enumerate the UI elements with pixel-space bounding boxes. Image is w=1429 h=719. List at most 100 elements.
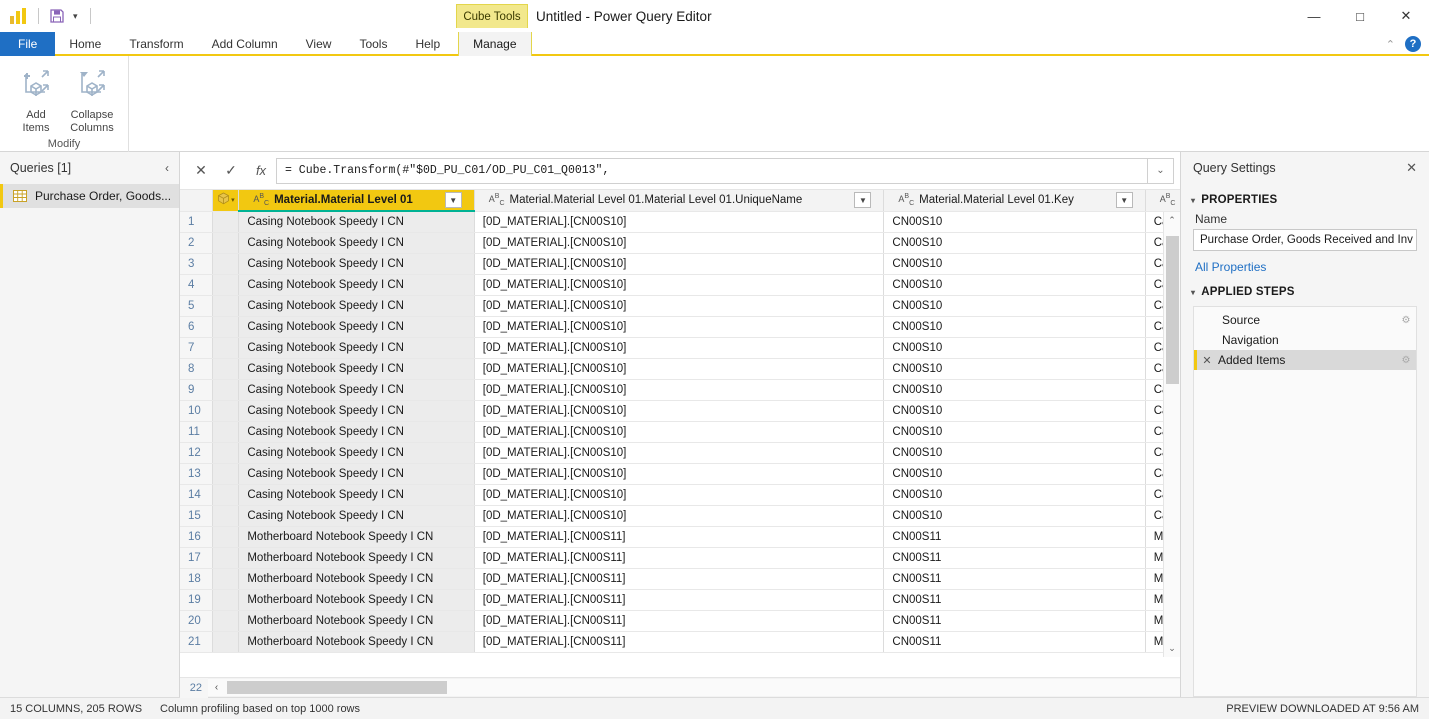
column-header-key[interactable]: ABC Material.Material Level 01.Key ▼	[883, 190, 1146, 212]
gear-icon[interactable]: ⚙	[1396, 355, 1416, 366]
table-cell[interactable]: CN00S11	[883, 568, 1146, 590]
table-row[interactable]: 12 Casing Notebook Speedy I CN [0D_MATERIA…	[180, 442, 1180, 464]
table-cell[interactable]: CN00S10	[883, 484, 1146, 506]
table-row[interactable]: 9 Casing Notebook Speedy I CN [0D_MATERIAL…	[180, 379, 1180, 401]
table-cell[interactable]: [0D_MATERIAL].[CN00S10]	[474, 379, 885, 401]
table-row[interactable]: 1 Casing Notebook Speedy I CN [0D_MATERIAL…	[180, 211, 1180, 233]
table-cell[interactable]: CN00S10	[883, 463, 1146, 485]
scroll-down-icon[interactable]: ⌄	[1164, 640, 1180, 657]
ribbon-tab-view[interactable]: View	[292, 32, 346, 56]
table-cell[interactable]: [0D_MATERIAL].[CN00S10]	[474, 400, 885, 422]
formula-accept-icon[interactable]: ✓	[216, 158, 246, 184]
table-row[interactable]: 21 Motherboard Notebook Speedy I CN [0D_MA…	[180, 631, 1180, 653]
table-row[interactable]: 11 Casing Notebook Speedy I CN [0D_MATERIA…	[180, 421, 1180, 443]
table-cell[interactable]: CN00S10	[883, 295, 1146, 317]
table-cell[interactable]: Casing Notebook Speedy I CN	[238, 253, 475, 275]
table-cell[interactable]: Motherboard Notebook Speedy I CN	[238, 547, 475, 569]
table-cell[interactable]: [0D_MATERIAL].[CN00S10]	[474, 211, 885, 233]
table-row[interactable]: 13 Casing Notebook Speedy I CN [0D_MATERIA…	[180, 463, 1180, 485]
column-filter-dropdown-icon[interactable]: ▼	[444, 192, 462, 208]
table-cell[interactable]: Casing Notebook Speedy I CN	[238, 463, 475, 485]
table-row[interactable]: 3 Casing Notebook Speedy I CN [0D_MATERIAL…	[180, 253, 1180, 275]
help-icon[interactable]: ?	[1405, 36, 1421, 52]
table-row[interactable]: 5 Casing Notebook Speedy I CN [0D_MATERIAL…	[180, 295, 1180, 317]
close-button[interactable]: ✕	[1383, 0, 1429, 32]
formula-fx-icon[interactable]: fx	[246, 163, 276, 178]
query-list-item[interactable]: Purchase Order, Goods...	[0, 184, 179, 208]
column-filter-dropdown-icon[interactable]: ▼	[854, 192, 872, 209]
ribbon-tab-transform[interactable]: Transform	[115, 32, 197, 56]
table-row[interactable]: 10 Casing Notebook Speedy I CN [0D_MATERIA…	[180, 400, 1180, 422]
ribbon-tab-add-column[interactable]: Add Column	[198, 32, 292, 56]
delete-step-icon[interactable]: ✕	[1200, 354, 1214, 367]
table-cell[interactable]: [0D_MATERIAL].[CN00S11]	[474, 547, 885, 569]
table-cell[interactable]: Motherboard Notebook Speedy I CN	[238, 526, 475, 548]
table-cell[interactable]: Casing Notebook Speedy I CN	[238, 505, 475, 527]
ribbon-tab-tools[interactable]: Tools	[345, 32, 401, 56]
formula-cancel-icon[interactable]: ✕	[186, 158, 216, 184]
table-cell[interactable]: CN00S10	[883, 442, 1146, 464]
table-cell[interactable]: Motherboard Notebook Speedy I CN	[238, 568, 475, 590]
cube-caret-icon[interactable]: ▾	[231, 196, 235, 204]
table-cell[interactable]: [0D_MATERIAL].[CN00S11]	[474, 526, 885, 548]
table-cell[interactable]: [0D_MATERIAL].[CN00S10]	[474, 316, 885, 338]
table-cell[interactable]: Casing Notebook Speedy I CN	[238, 232, 475, 254]
table-cell[interactable]: [0D_MATERIAL].[CN00S11]	[474, 589, 885, 611]
column-header-member-caption[interactable]: ABC Material.Material Level 01.M	[1145, 190, 1180, 212]
table-cell[interactable]: Casing Notebook Speedy I CN	[238, 295, 475, 317]
table-cell[interactable]: Motherboard Notebook Speedy I CN	[238, 610, 475, 632]
applied-step-added-items[interactable]: ✕ Added Items ⚙	[1194, 350, 1416, 370]
maximize-button[interactable]: □	[1337, 0, 1383, 32]
table-row[interactable]: 8 Casing Notebook Speedy I CN [0D_MATERIAL…	[180, 358, 1180, 380]
table-cell[interactable]: [0D_MATERIAL].[CN00S11]	[474, 610, 885, 632]
table-cell[interactable]: CN00S10	[883, 274, 1146, 296]
table-cell[interactable]: Motherboard Notebook Speedy I CN	[238, 631, 475, 653]
table-cell[interactable]: [0D_MATERIAL].[CN00S10]	[474, 421, 885, 443]
table-cell[interactable]: CN00S11	[883, 547, 1146, 569]
table-cell[interactable]: [0D_MATERIAL].[CN00S10]	[474, 337, 885, 359]
table-row[interactable]: 20 Motherboard Notebook Speedy I CN [0D_MA…	[180, 610, 1180, 632]
scroll-left-icon[interactable]: ‹	[208, 682, 225, 693]
applied-step-source[interactable]: Source ⚙	[1194, 310, 1416, 330]
horizontal-scrollbar[interactable]: ‹	[208, 679, 1180, 696]
table-row[interactable]: 16 Motherboard Notebook Speedy I CN [0D_MA…	[180, 526, 1180, 548]
query-name-input[interactable]: Purchase Order, Goods Received and Inv	[1193, 229, 1417, 251]
column-header-uniquename[interactable]: ABC Material.Material Level 01.Material …	[474, 190, 885, 212]
status-profiling[interactable]: Column profiling based on top 1000 rows	[160, 703, 360, 715]
table-cell[interactable]: Casing Notebook Speedy I CN	[238, 358, 475, 380]
table-cell[interactable]: CN00S10	[883, 316, 1146, 338]
column-header-material-level-01[interactable]: ABC Material.Material Level 01 ▼	[238, 190, 475, 212]
applied-steps-section-header[interactable]: ▾ APPLIED STEPS	[1181, 276, 1429, 302]
table-row[interactable]: 14 Casing Notebook Speedy I CN [0D_MATERIA…	[180, 484, 1180, 506]
table-cell[interactable]: [0D_MATERIAL].[CN00S10]	[474, 442, 885, 464]
table-cell[interactable]: CN00S10	[883, 232, 1146, 254]
table-cell[interactable]: CN00S11	[883, 631, 1146, 653]
cube-column-selector-header[interactable]: ▾	[212, 190, 240, 212]
add-items-button[interactable]: Add Items	[10, 60, 62, 136]
table-cell[interactable]: CN00S11	[883, 589, 1146, 611]
minimize-button[interactable]: —	[1291, 0, 1337, 32]
table-row[interactable]: 17 Motherboard Notebook Speedy I CN [0D_MA…	[180, 547, 1180, 569]
vertical-scrollbar-thumb[interactable]	[1166, 236, 1179, 384]
ribbon-tab-manage[interactable]: Manage	[458, 32, 532, 56]
horizontal-scrollbar-thumb[interactable]	[227, 681, 447, 694]
table-cell[interactable]: CN00S10	[883, 337, 1146, 359]
table-cell[interactable]: Casing Notebook Speedy I CN	[238, 379, 475, 401]
table-row[interactable]: 4 Casing Notebook Speedy I CN [0D_MATERIAL…	[180, 274, 1180, 296]
table-cell[interactable]: Casing Notebook Speedy I CN	[238, 400, 475, 422]
table-cell[interactable]: CN00S10	[883, 358, 1146, 380]
formula-expand-icon[interactable]: ⌄	[1148, 157, 1174, 184]
applied-step-navigation[interactable]: Navigation	[1194, 330, 1416, 350]
table-row[interactable]: 19 Motherboard Notebook Speedy I CN [0D_MA…	[180, 589, 1180, 611]
table-cell[interactable]: [0D_MATERIAL].[CN00S10]	[474, 295, 885, 317]
table-row[interactable]: 15 Casing Notebook Speedy I CN [0D_MATERIA…	[180, 505, 1180, 527]
table-cell[interactable]: Casing Notebook Speedy I CN	[238, 316, 475, 338]
table-cell[interactable]: [0D_MATERIAL].[CN00S10]	[474, 232, 885, 254]
table-cell[interactable]: [0D_MATERIAL].[CN00S10]	[474, 505, 885, 527]
table-cell[interactable]: Casing Notebook Speedy I CN	[238, 211, 475, 233]
table-cell[interactable]: CN00S10	[883, 253, 1146, 275]
table-row[interactable]: 2 Casing Notebook Speedy I CN [0D_MATERIAL…	[180, 232, 1180, 254]
table-cell[interactable]: [0D_MATERIAL].[CN00S10]	[474, 358, 885, 380]
close-query-settings-icon[interactable]: ✕	[1406, 160, 1417, 176]
table-row[interactable]: 7 Casing Notebook Speedy I CN [0D_MATERIAL…	[180, 337, 1180, 359]
